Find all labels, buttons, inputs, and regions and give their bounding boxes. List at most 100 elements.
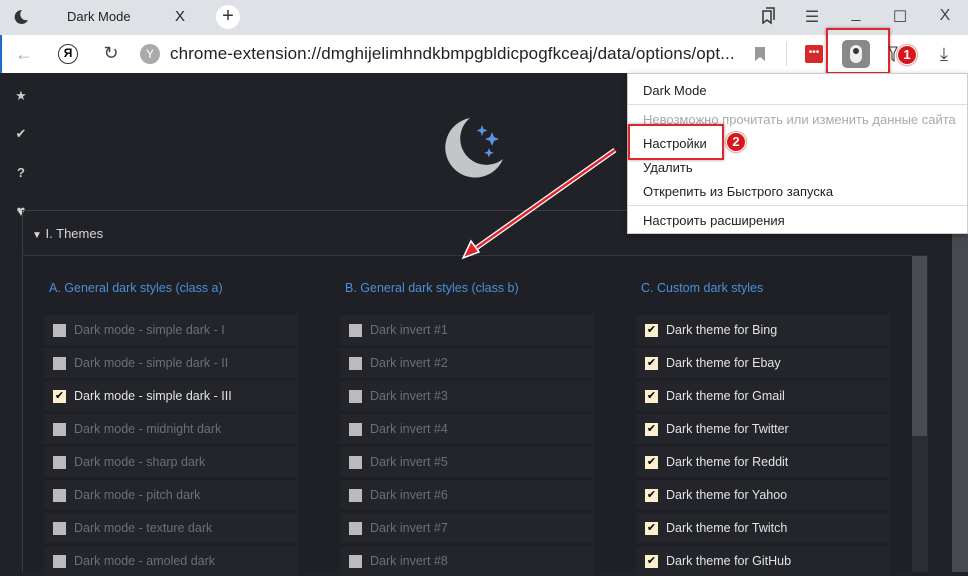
theme-option[interactable]: Dark invert #7 (340, 513, 594, 543)
theme-option[interactable]: ✔ Dark theme for Gmail (636, 381, 890, 411)
divider (786, 42, 787, 66)
check-icon[interactable]: ✔ (12, 126, 30, 142)
checkbox[interactable]: ✔ (645, 521, 658, 535)
tab-title: Dark Mode (67, 9, 131, 24)
option-label: Dark invert #6 (370, 488, 448, 502)
option-label: Dark theme for Reddit (666, 455, 789, 469)
checkbox[interactable]: ✔ (645, 488, 658, 502)
checkbox[interactable]: ✔ (645, 323, 658, 337)
option-label: Dark theme for Yahoo (666, 488, 788, 502)
theme-option[interactable]: Dark invert #1 (340, 315, 594, 345)
bookmarks-icon[interactable] (760, 7, 776, 25)
option-label: Dark invert #3 (370, 389, 448, 403)
theme-option[interactable]: ✔ Dark theme for Reddit (636, 447, 890, 477)
theme-option[interactable]: ✔ Dark theme for Yahoo (636, 480, 890, 510)
theme-option[interactable]: Dark mode - simple dark - II (44, 348, 298, 378)
new-tab-button[interactable]: + (216, 5, 240, 29)
checkbox[interactable]: ✔ (645, 422, 658, 436)
theme-option[interactable]: Dark mode - pitch dark (44, 480, 298, 510)
theme-option[interactable]: Dark mode - midnight dark (44, 414, 298, 444)
annotation-badge-2: 2 (726, 132, 746, 152)
option-label: Dark theme for Ebay (666, 356, 781, 370)
star-icon[interactable]: ★ (12, 88, 30, 104)
checkbox[interactable] (349, 521, 362, 535)
themes-section-header[interactable]: ▼ I. Themes (32, 226, 103, 241)
checkbox[interactable] (349, 488, 362, 502)
theme-option[interactable]: ✔ Dark theme for Twitter (636, 414, 890, 444)
checkbox[interactable] (349, 356, 362, 370)
checkbox[interactable] (53, 356, 66, 370)
minimize-button[interactable]: _ (846, 5, 866, 23)
option-label: Dark theme for Twitter (666, 422, 789, 436)
option-label: Dark theme for GitHub (666, 554, 792, 568)
tab-close-button[interactable]: X (175, 8, 185, 25)
theme-option[interactable]: Dark invert #4 (340, 414, 594, 444)
download-icon[interactable]: ⤓ (934, 44, 954, 65)
option-label: Dark invert #8 (370, 554, 448, 568)
option-label: Dark invert #4 (370, 422, 448, 436)
site-icon[interactable]: Y (140, 44, 160, 64)
theme-option[interactable]: ✔ Dark theme for Bing (636, 315, 890, 345)
menu-item-dark-mode[interactable]: Dark Mode (643, 83, 707, 98)
checkbox[interactable]: ✔ (645, 554, 658, 568)
annotation-badge-1: 1 (897, 45, 917, 65)
tab-dark-mode[interactable]: Dark Mode X (42, 0, 202, 35)
checkbox[interactable] (53, 488, 66, 502)
checkbox[interactable] (53, 323, 66, 337)
column-title: A. General dark styles (class a) (49, 281, 223, 295)
theme-option[interactable]: Dark mode - simple dark - I (44, 315, 298, 345)
menu-item-remove[interactable]: Удалить (643, 160, 693, 175)
theme-option[interactable]: Dark mode - sharp dark (44, 447, 298, 477)
checkbox[interactable]: ✔ (53, 389, 66, 403)
checkbox[interactable] (349, 554, 362, 568)
menu-item-manage-extensions[interactable]: Настроить расширения (643, 213, 785, 228)
menu-item-unpin[interactable]: Открепить из Быстрого запуска (643, 184, 833, 199)
checkbox[interactable] (349, 422, 362, 436)
menu-button[interactable]: ☰ (802, 7, 822, 27)
theme-option[interactable]: ✔ Dark mode - simple dark - III (44, 381, 298, 411)
reload-icon[interactable]: ↻ (101, 43, 121, 64)
option-label: Dark theme for Gmail (666, 389, 785, 403)
logo-moon-icon (445, 118, 503, 178)
checkbox[interactable] (349, 455, 362, 469)
question-icon[interactable]: ? (12, 165, 30, 180)
option-label: Dark mode - texture dark (74, 521, 213, 535)
inner-scrollbar-thumb[interactable] (912, 256, 927, 436)
expand-triangle-icon: ▼ (32, 230, 42, 241)
checkbox[interactable] (349, 323, 362, 337)
menu-separator (628, 205, 967, 206)
checkbox[interactable]: ✔ (645, 455, 658, 469)
checkbox[interactable] (53, 554, 66, 568)
close-window-button[interactable]: X (935, 7, 955, 25)
theme-option[interactable]: Dark invert #5 (340, 447, 594, 477)
checkbox[interactable] (53, 521, 66, 535)
theme-option[interactable]: Dark invert #6 (340, 480, 594, 510)
option-label: Dark mode - sharp dark (74, 455, 206, 469)
option-label: Dark mode - simple dark - II (74, 356, 229, 370)
checkbox[interactable]: ✔ (645, 389, 658, 403)
checkbox[interactable]: ✔ (645, 356, 658, 370)
column-title: C. Custom dark styles (641, 281, 764, 295)
checkbox[interactable] (53, 455, 66, 469)
option-label: Dark mode - amoled dark (74, 554, 216, 568)
theme-option[interactable]: ✔ Dark theme for Twitch (636, 513, 890, 543)
option-label: Dark invert #2 (370, 356, 448, 370)
checkbox[interactable] (53, 422, 66, 436)
option-label: Dark mode - simple dark - I (74, 323, 225, 337)
option-label: Dark invert #5 (370, 455, 448, 469)
yandex-icon[interactable]: Я (58, 44, 78, 64)
url-field[interactable]: chrome-extension://dmghijelimhndkbmpgbld… (170, 44, 735, 64)
bookmark-icon[interactable] (754, 46, 766, 62)
theme-option[interactable]: Dark invert #3 (340, 381, 594, 411)
checkbox[interactable] (349, 389, 362, 403)
theme-option[interactable]: Dark mode - texture dark (44, 513, 298, 543)
extension-dots-icon[interactable]: ••• (805, 45, 823, 63)
back-arrow-icon[interactable]: ← (14, 44, 34, 65)
moon-icon (14, 9, 28, 24)
option-label: Dark mode - midnight dark (74, 422, 222, 436)
option-label: Dark mode - pitch dark (74, 488, 201, 502)
maximize-button[interactable]: ☐ (890, 7, 910, 27)
theme-option[interactable]: ✔ Dark theme for Ebay (636, 348, 890, 378)
option-label: Dark invert #7 (370, 521, 448, 535)
theme-option[interactable]: Dark invert #2 (340, 348, 594, 378)
